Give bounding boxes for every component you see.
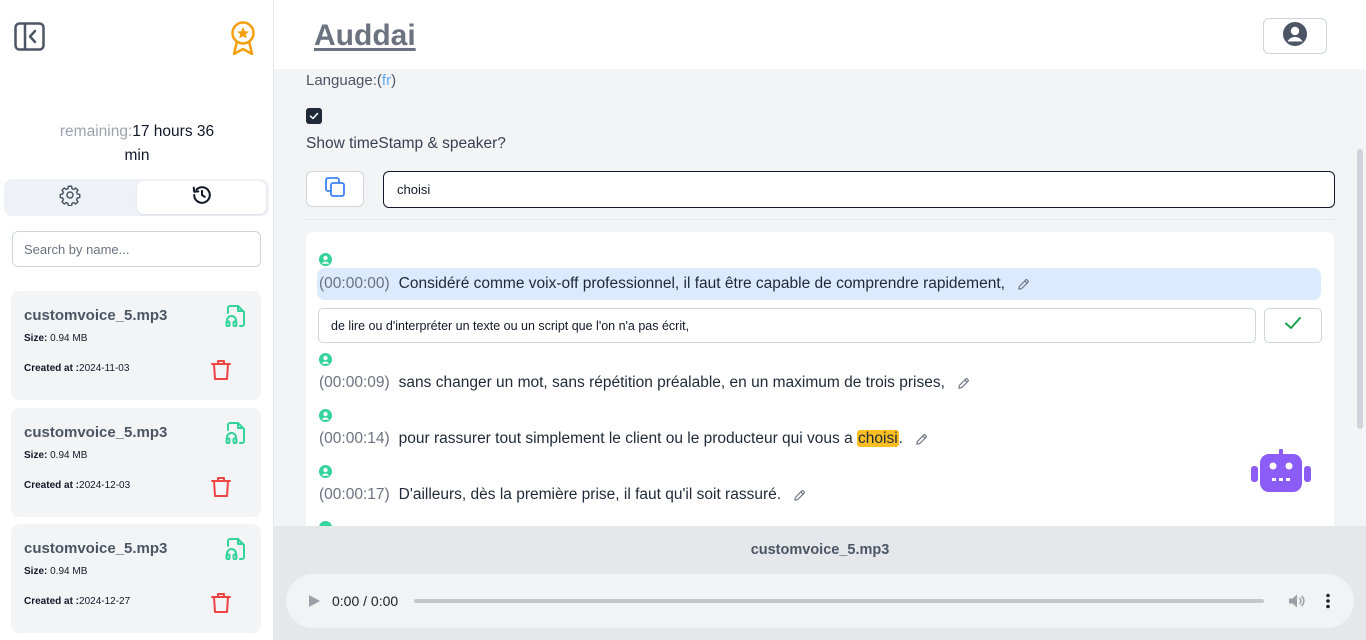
trash-icon[interactable]	[209, 591, 233, 615]
language-indicator: Language:(fr)	[306, 72, 397, 89]
player-bar: customvoice_5.mp3 0:00 / 0:00	[274, 526, 1366, 640]
copy-button[interactable]	[306, 171, 364, 207]
header: Auddai	[274, 0, 1366, 69]
file-created: Created at :2024-12-27	[24, 596, 131, 607]
audio-file-icon[interactable]	[224, 304, 248, 328]
app-logo[interactable]: Auddai	[314, 19, 416, 53]
audio-time: 0:00 / 0:00	[332, 593, 399, 609]
segment-timestamp: (00:00:00)	[319, 275, 390, 292]
pencil-icon[interactable]	[915, 433, 928, 446]
file-name: customvoice_5.mp3	[24, 540, 168, 557]
speaker-icon[interactable]	[319, 253, 332, 266]
audio-file-icon[interactable]	[224, 421, 248, 445]
file-size: Size: 0.94 MB	[24, 566, 88, 577]
show-timestamp-label: Show timeStamp & speaker?	[306, 135, 506, 152]
file-name: customvoice_5.mp3	[24, 424, 168, 441]
pencil-icon[interactable]	[793, 489, 806, 502]
speaker-icon[interactable]	[319, 465, 332, 478]
trash-icon[interactable]	[209, 475, 233, 499]
language-code: fr	[381, 72, 392, 89]
pencil-icon[interactable]	[957, 377, 970, 390]
file-card[interactable]: customvoice_5.mp3 Size: 0.94 MB Created …	[11, 408, 261, 517]
speaker-icon[interactable]	[319, 409, 332, 422]
pencil-icon[interactable]	[1017, 278, 1030, 291]
segment-timestamp: (00:00:14)	[319, 430, 390, 447]
volume-icon[interactable]	[1287, 592, 1305, 610]
user-avatar-icon	[1282, 21, 1308, 52]
check-icon	[1283, 313, 1303, 338]
main-content: Language:(fr) Show timeStamp & speaker? …	[274, 69, 1366, 526]
speaker-icon[interactable]	[319, 353, 332, 366]
tab-settings[interactable]	[6, 181, 134, 214]
app-root: remaining:17 hours 36 min customvoice_5.…	[0, 0, 1366, 640]
file-created: Created at :2024-12-03	[24, 480, 131, 491]
history-icon	[191, 184, 213, 211]
award-icon[interactable]	[229, 21, 257, 56]
user-menu-button[interactable]	[1263, 18, 1327, 54]
transcript-segment-active[interactable]: (00:00:00) Considéré comme voix-off prof…	[317, 268, 1321, 300]
gear-icon	[59, 184, 81, 211]
search-highlight: choisi	[857, 430, 899, 447]
segment-timestamp: (00:00:17)	[319, 486, 390, 503]
sidebar-collapse-icon[interactable]	[14, 22, 45, 51]
remaining-value: 17 hours 36	[132, 123, 215, 140]
file-card[interactable]: customvoice_5.mp3 Size: 0.94 MB Created …	[11, 291, 261, 400]
transcript-segment[interactable]: (00:00:09) sans changer un mot, sans rép…	[319, 374, 970, 392]
remaining-unit: min	[124, 147, 150, 164]
file-size: Size: 0.94 MB	[24, 450, 88, 461]
segment-edit-input[interactable]	[318, 308, 1256, 343]
file-name: customvoice_5.mp3	[24, 307, 168, 324]
search-input[interactable]	[12, 231, 261, 267]
audio-file-icon[interactable]	[224, 537, 248, 561]
segment-text: D'ailleurs, dès la première prise, il fa…	[398, 486, 782, 503]
sidebar: remaining:17 hours 36 min customvoice_5.…	[0, 0, 274, 640]
audio-player[interactable]: 0:00 / 0:00	[286, 574, 1354, 628]
play-icon[interactable]	[307, 594, 321, 608]
sidebar-tabs	[4, 179, 269, 216]
audio-progress-bar[interactable]	[414, 599, 1264, 603]
transcript-segment[interactable]: (00:00:14) pour rassurer tout simplement…	[319, 430, 928, 448]
segment-timestamp: (00:00:09)	[319, 374, 390, 391]
player-file-name: customvoice_5.mp3	[750, 542, 890, 558]
find-input[interactable]	[383, 171, 1335, 208]
tab-history[interactable]	[137, 181, 266, 214]
robot-assistant-icon[interactable]	[1250, 449, 1312, 495]
trash-icon[interactable]	[209, 358, 233, 382]
show-timestamp-checkbox[interactable]	[306, 108, 322, 124]
segment-text: pour rassurer tout simplement le client …	[398, 430, 903, 447]
copy-icon	[323, 175, 347, 204]
segment-text: sans changer un mot, sans répétition pré…	[398, 374, 945, 391]
transcript-panel: (00:00:00) Considéré comme voix-off prof…	[306, 232, 1334, 526]
segment-text: Considéré comme voix-off professionnel, …	[398, 275, 1005, 292]
transcript-segment[interactable]: (00:00:17) D'ailleurs, dès la première p…	[319, 486, 806, 504]
confirm-edit-button[interactable]	[1264, 308, 1322, 343]
file-created: Created at :2024-11-03	[24, 363, 130, 374]
remaining-time: remaining:17 hours 36 min	[0, 120, 273, 168]
remaining-label: remaining:	[59, 123, 133, 140]
scrollbar[interactable]	[1357, 149, 1363, 429]
divider	[306, 219, 1335, 220]
file-size: Size: 0.94 MB	[24, 333, 88, 344]
more-options-icon[interactable]	[1322, 592, 1334, 610]
file-card[interactable]: customvoice_5.mp3 Size: 0.94 MB Created …	[11, 524, 261, 633]
